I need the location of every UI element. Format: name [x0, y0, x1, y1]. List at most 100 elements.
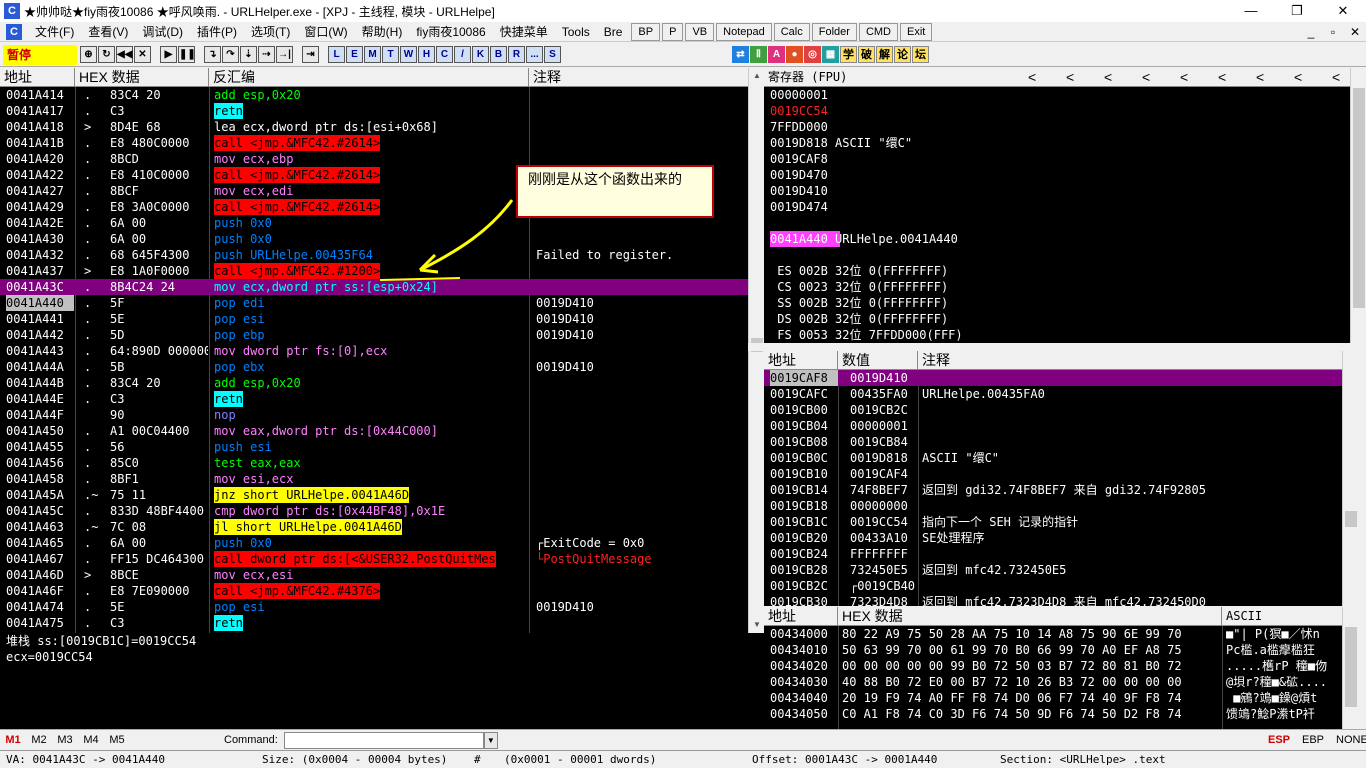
esp-button[interactable]: ESP: [1268, 734, 1290, 746]
trace-into-icon[interactable]: ⇣: [240, 46, 257, 63]
close-button[interactable]: ✕: [1320, 0, 1366, 22]
disasm-row[interactable]: 0041A46D >8BCE mov ecx,esi: [0, 567, 748, 583]
reg-arrow-icon[interactable]: <: [1328, 68, 1348, 86]
reg-arrow-icon[interactable]: <: [1252, 68, 1290, 86]
stack-col-address[interactable]: 地址: [764, 351, 838, 369]
register-row[interactable]: 0019D818 ASCII "缳C": [770, 135, 912, 151]
run-trace-window-button[interactable]: ...: [526, 46, 543, 63]
font-icon[interactable]: A: [768, 46, 785, 63]
dump-scroll-thumb[interactable]: [1345, 627, 1357, 707]
threads-window-button[interactable]: T: [382, 46, 399, 63]
forum-button-jie[interactable]: 解: [876, 46, 893, 63]
source-window-button[interactable]: S: [544, 46, 561, 63]
references-window-button[interactable]: R: [508, 46, 525, 63]
pane-splitter[interactable]: [748, 343, 1366, 351]
disasm-row[interactable]: 0041A430. 6A 00 push 0x0: [0, 231, 748, 247]
run-icon[interactable]: ▶: [160, 46, 177, 63]
windows-window-button[interactable]: W: [400, 46, 417, 63]
registers-header[interactable]: 寄存器 (FPU) < < < < < < < < <: [764, 68, 1350, 87]
reg-arrow-icon[interactable]: <: [1062, 68, 1100, 86]
disasm-col-address[interactable]: 地址: [0, 68, 75, 86]
stack-row[interactable]: 0019CB04 00000001: [764, 418, 1342, 434]
disasm-row[interactable]: 0041A417. C3 retn: [0, 103, 748, 119]
menu-plugins[interactable]: 插件(P): [190, 23, 244, 40]
register-row[interactable]: 0019CAF8: [770, 151, 828, 167]
execute-till-return-icon[interactable]: →|: [276, 46, 293, 63]
log-window-button[interactable]: L: [328, 46, 345, 63]
dump-row[interactable]: 00434000 80 22 A9 75 50 28 AA 75 10 14 A8…: [764, 626, 1342, 642]
step-over-icon[interactable]: ↷: [222, 46, 239, 63]
trace-over-icon[interactable]: ⇢: [258, 46, 275, 63]
menu-help[interactable]: 帮助(H): [355, 23, 410, 40]
menu-bre[interactable]: Bre: [597, 25, 630, 39]
disasm-row[interactable]: 0041A437 > E8 1A0F0000 call <jmp.&MFC42.#12…: [0, 263, 748, 279]
breakpoints-window-button[interactable]: B: [490, 46, 507, 63]
stack-row[interactable]: 0019CB20 00433A10 SE处理程序: [764, 530, 1342, 546]
scroll-down-icon[interactable]: ▼: [749, 617, 765, 633]
disasm-row[interactable]: 0041A475. C3 retn: [0, 615, 748, 631]
disasm-row[interactable]: 0041A443. 64:890D 0000000 mov dword ptr fs…: [0, 343, 748, 359]
reg-arrow-icon[interactable]: <: [1100, 68, 1138, 86]
handles-window-button[interactable]: H: [418, 46, 435, 63]
m3-button[interactable]: M3: [52, 734, 78, 746]
disasm-row[interactable]: 0041A442. 5D pop ebp 0019D410: [0, 327, 748, 343]
forum-button-po[interactable]: 破: [858, 46, 875, 63]
stack-col-comment[interactable]: 注释: [918, 351, 1350, 369]
disasm-row[interactable]: 0041A465. 6A 00 push 0x0 ┌ExitCode = 0x0: [0, 535, 748, 551]
stack-row[interactable]: 0019CB10 0019CAF4: [764, 466, 1342, 482]
menu-file[interactable]: 文件(F): [28, 23, 81, 40]
register-row[interactable]: 0019D470: [770, 167, 828, 183]
m4-button[interactable]: M4: [78, 734, 104, 746]
register-row[interactable]: 0019CC54: [770, 103, 828, 119]
calc-button[interactable]: Calc: [773, 22, 810, 41]
minimize-button[interactable]: —: [1228, 0, 1274, 22]
register-row[interactable]: 7FFDD000: [770, 119, 828, 135]
forum-button-xue[interactable]: 学: [840, 46, 857, 63]
stack-scrollbar[interactable]: [1342, 351, 1358, 606]
reg-arrow-icon[interactable]: <: [1214, 68, 1252, 86]
disasm-row[interactable]: 0041A43C. 8B4C24 24 mov ecx,dword ptr ss:[…: [0, 279, 748, 295]
folder-button[interactable]: Folder: [811, 22, 857, 41]
command-dropdown-icon[interactable]: ▼: [483, 731, 498, 749]
disasm-row[interactable]: 0041A458. 8BF1 mov esi,ecx: [0, 471, 748, 487]
open-icon[interactable]: ⊕: [80, 46, 97, 63]
command-input[interactable]: [283, 731, 484, 749]
registers-scrollbar[interactable]: [1350, 68, 1366, 343]
callstack-window-button[interactable]: K: [472, 46, 489, 63]
register-row[interactable]: 0019D410: [770, 183, 828, 199]
dump-row[interactable]: 00434050 C0 A1 F8 74 C0 3D F6 74 50 9D F6…: [764, 706, 1342, 722]
stack-col-value[interactable]: 数值: [838, 351, 918, 369]
goto-icon[interactable]: ⇥: [302, 46, 319, 63]
disasm-row[interactable]: 0041A44A. 5B pop ebx 0019D410: [0, 359, 748, 375]
mdi-minimize-button[interactable]: _: [1300, 22, 1322, 42]
stack-row[interactable]: 0019CB14 74F8BEF7 返回到 gdi32.74F8BEF7 来自 gd…: [764, 482, 1342, 498]
scroll-up-icon[interactable]: ▲: [749, 68, 765, 84]
menu-tools[interactable]: Tools: [555, 25, 597, 39]
disasm-row[interactable]: 0041A418 >8D4E 68 lea ecx,dword ptr ds:[es…: [0, 119, 748, 135]
rewind-icon[interactable]: ◀◀: [116, 46, 133, 63]
stack-row[interactable]: 0019CB24 FFFFFFFF: [764, 546, 1342, 562]
disasm-row[interactable]: 0041A456. 85C0 test eax,eax: [0, 455, 748, 471]
m5-button[interactable]: M5: [104, 734, 130, 746]
dump-row[interactable]: 00434010 50 63 99 70 00 61 99 70 B0 66 99…: [764, 642, 1342, 658]
notepad-button[interactable]: Notepad: [716, 22, 772, 41]
target-icon[interactable]: ◎: [804, 46, 821, 63]
disasm-row[interactable]: 0041A414. 83C4 20 add esp,0x20: [0, 87, 748, 103]
memory-window-button[interactable]: M: [364, 46, 381, 63]
dump-row[interactable]: 00434020 00 00 00 00 00 99 B0 72 50 03 B7…: [764, 658, 1342, 674]
menu-window[interactable]: 窗口(W): [297, 23, 354, 40]
stack-row[interactable]: 0019CB2C ┌0019CB40: [764, 578, 1342, 594]
forum-button-tan[interactable]: 坛: [912, 46, 929, 63]
m2-button[interactable]: M2: [26, 734, 52, 746]
stack-pane[interactable]: 0019CAF8 0019D410 0019CAFC 00435FA0 URLHelpe…: [764, 370, 1342, 606]
menu-debug[interactable]: 调试(D): [135, 23, 190, 40]
record-icon[interactable]: ●: [786, 46, 803, 63]
disasm-row[interactable]: 0041A440. 5F pop edi 0019D410: [0, 295, 748, 311]
restart-icon[interactable]: ↻: [98, 46, 115, 63]
exit-button[interactable]: Exit: [900, 22, 933, 41]
mdi-icon[interactable]: C: [6, 23, 22, 40]
disasm-row[interactable]: 0041A463 .~ 7C 08 jl short URLHelpe.0041A46…: [0, 519, 748, 535]
dump-row[interactable]: 00434030 40 88 B0 72 E0 00 B7 72 10 26 B3…: [764, 674, 1342, 690]
registers-scroll-thumb[interactable]: [1353, 88, 1365, 308]
refresh-icon[interactable]: ⇄: [732, 46, 749, 63]
